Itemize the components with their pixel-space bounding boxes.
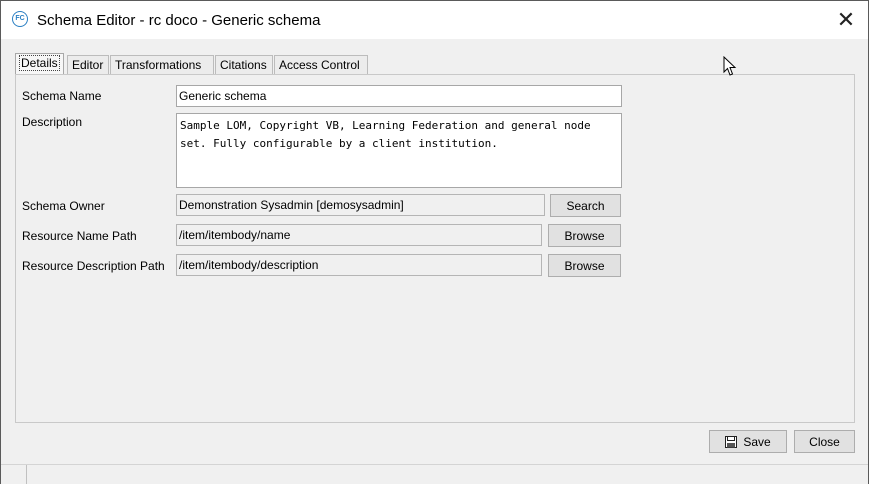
browse-name-path-button[interactable]: Browse: [548, 224, 621, 247]
schema-editor-window: FC Schema Editor - rc doco - Generic sch…: [0, 0, 869, 484]
window-title: Schema Editor - rc doco - Generic schema: [37, 12, 321, 29]
resource-description-path-field: [176, 254, 542, 276]
tab-editor[interactable]: Editor: [67, 55, 109, 74]
close-window-button[interactable]: ✕: [831, 7, 861, 33]
status-bar: [1, 464, 868, 484]
description-textarea[interactable]: Sample LOM, Copyright VB, Learning Feder…: [176, 113, 622, 188]
resource-name-path-field: [176, 224, 542, 246]
save-button-label: Save: [743, 435, 771, 449]
title-bar: FC Schema Editor - rc doco - Generic sch…: [1, 1, 868, 39]
save-button[interactable]: Save: [709, 430, 787, 453]
tab-access-control[interactable]: Access Control: [274, 55, 368, 74]
browse-description-path-button[interactable]: Browse: [548, 254, 621, 277]
app-logo-icon: FC: [12, 11, 28, 27]
schema-name-input[interactable]: [176, 85, 622, 107]
tab-transformations[interactable]: Transformations: [110, 55, 214, 74]
tab-details[interactable]: Details: [15, 53, 64, 75]
description-label: Description: [22, 115, 83, 129]
schema-name-label: Schema Name: [22, 89, 102, 103]
mouse-pointer-icon: [723, 56, 737, 76]
tab-citations[interactable]: Citations: [215, 55, 273, 74]
details-panel: Schema Name Description Sample LOM, Copy…: [15, 74, 855, 423]
status-divider: [26, 465, 27, 484]
resource-name-path-label: Resource Name Path: [22, 229, 137, 243]
close-button[interactable]: Close: [794, 430, 855, 453]
resource-description-path-label: Resource Description Path: [22, 259, 165, 273]
floppy-disk-icon: [725, 436, 738, 448]
schema-owner-label: Schema Owner: [22, 199, 105, 213]
schema-owner-field: [176, 194, 545, 216]
search-owner-button[interactable]: Search: [550, 194, 621, 217]
